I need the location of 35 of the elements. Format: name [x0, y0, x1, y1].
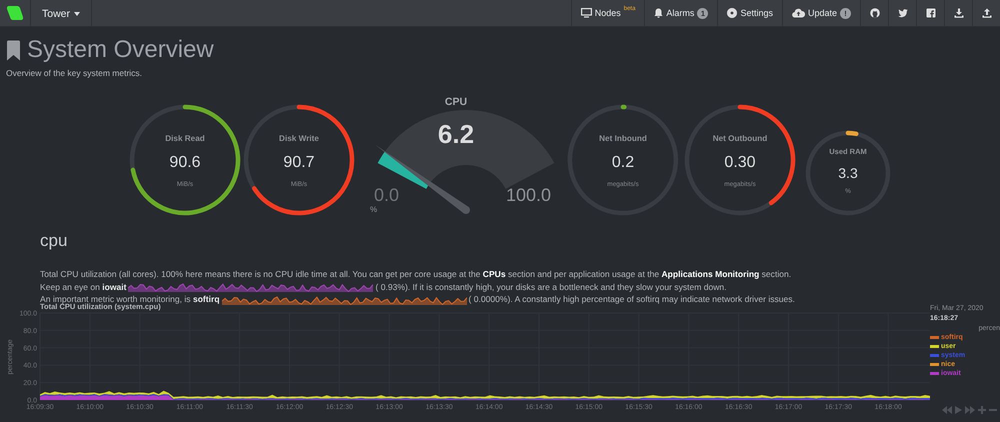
description-text: Keep an eye on iowait ( 0.93%). If it is constantly high, your disks are a bottleneck and they slow your system down.: [40, 280, 728, 293]
page-subtitle: Overview of the key system metrics.: [6, 68, 144, 78]
gauge-min-label: 0.0: [374, 185, 400, 206]
gauge-max-label: 100.0: [506, 185, 552, 206]
gauge-unit: %: [370, 205, 378, 214]
section-link[interactable]: Applications Monitoring: [661, 269, 760, 279]
gauge-value: 6.2: [436, 119, 476, 150]
nav-button[interactable]: Settings: [718, 0, 782, 26]
gauge-value: 3.3: [838, 165, 858, 181]
section-heading: cpu: [40, 231, 68, 251]
bell-icon: [654, 8, 664, 18]
cloud-upload-icon: [792, 8, 805, 18]
caret-icon: [74, 12, 80, 16]
page-title: System Overview: [27, 37, 214, 63]
gauge-title: Disk Read: [165, 134, 205, 143]
gauge-value: 0.2: [612, 154, 634, 172]
gauge-title: Disk Write: [279, 134, 319, 143]
facebook-icon[interactable]: [926, 8, 936, 18]
logo-icon[interactable]: [6, 5, 24, 21]
gauge-title: Net Outbound: [712, 134, 768, 143]
bookmark-icon: [6, 40, 21, 60]
gauge-value: 90.6: [169, 154, 201, 172]
monitor-icon: [580, 8, 592, 18]
download-icon[interactable]: [954, 8, 964, 18]
server-dropdown[interactable]: Tower: [31, 0, 92, 27]
section-link[interactable]: CPUs: [482, 269, 506, 279]
twitter-icon[interactable]: [898, 8, 908, 18]
description-text: Total CPU utilization (all cores). 100% here means there is no CPU idle time at all. You can get per core usage at the CPUs section and per application usage at the Applications Monitoring section.: [40, 268, 792, 280]
gauge-title: Net Inbound: [599, 134, 647, 143]
gauge-value: 90.7: [283, 154, 315, 172]
gauge-value: 0.30: [724, 154, 756, 172]
description-text: An important metric worth monitoring, is softirq ( 0.0000%). A constantly high percentage of softirq may indicate network driver issues.: [40, 293, 796, 305]
github-icon[interactable]: [870, 8, 880, 18]
upload-icon[interactable]: [982, 8, 992, 18]
gauge-title: CPU: [444, 96, 468, 108]
